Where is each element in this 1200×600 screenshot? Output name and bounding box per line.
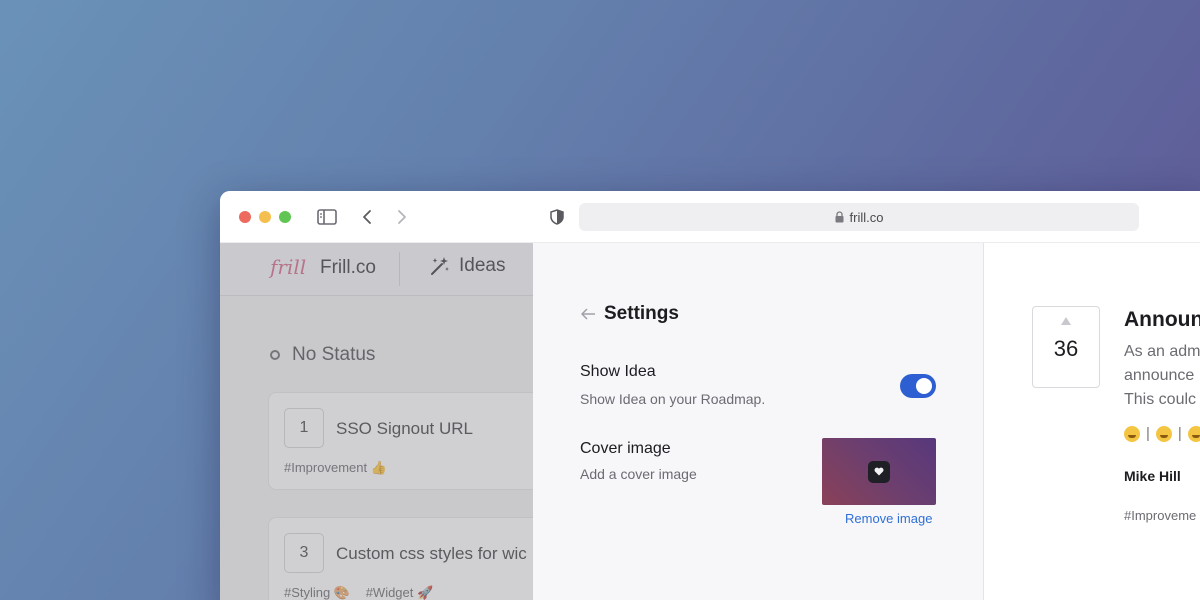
address-bar[interactable]: frill.co bbox=[579, 203, 1139, 231]
neutral-emoji-icon[interactable] bbox=[1155, 425, 1172, 442]
idea-tag[interactable]: #Widget 🚀 bbox=[366, 585, 434, 600]
post-detail: 36 Announ As an adm announce This coulc … bbox=[985, 243, 1200, 600]
reaction-separator: | bbox=[1146, 425, 1150, 442]
idea-tag[interactable]: #Improvement 👍 bbox=[284, 460, 387, 475]
roadmap-board: frill Frill.co Ideas No Status 1 SSO Sig… bbox=[220, 243, 533, 600]
idea-tags: #Styling 🎨 #Widget 🚀 bbox=[284, 585, 445, 600]
post-body-line: As an adm bbox=[1124, 343, 1200, 360]
vote-count[interactable]: 1 bbox=[284, 408, 324, 448]
minimize-window-button[interactable] bbox=[259, 211, 271, 223]
post-body-line: This coulc bbox=[1124, 391, 1197, 408]
status-label: No Status bbox=[292, 344, 376, 365]
maximize-window-button[interactable] bbox=[279, 211, 291, 223]
post-vote-count: 36 bbox=[1053, 336, 1079, 361]
cover-image-description: Add a cover image bbox=[580, 466, 697, 482]
show-idea-title: Show Idea bbox=[580, 363, 656, 380]
vote-count[interactable]: 3 bbox=[284, 533, 324, 573]
frill-logo[interactable]: frill bbox=[270, 255, 306, 279]
grin-emoji-icon[interactable] bbox=[1124, 425, 1140, 442]
idea-tags: #Improvement 👍 bbox=[284, 460, 399, 476]
reaction-bar: | | bbox=[1124, 425, 1200, 442]
heart-icon bbox=[868, 460, 890, 483]
idea-title: Custom css styles for wic bbox=[336, 544, 527, 563]
post-title: Announ bbox=[1124, 308, 1200, 331]
reaction-separator: | bbox=[1177, 425, 1182, 442]
idea-card[interactable]: 1 SSO Signout URL #Improvement 👍 bbox=[268, 392, 533, 490]
app-header: frill Frill.co Ideas bbox=[220, 243, 533, 296]
close-window-button[interactable] bbox=[239, 211, 251, 223]
brand-name[interactable]: Frill.co bbox=[320, 257, 376, 279]
back-arrow-icon[interactable] bbox=[580, 307, 596, 325]
cover-image-title: Cover image bbox=[580, 440, 671, 457]
lock-icon bbox=[835, 211, 844, 223]
post-body-line: announce bbox=[1124, 367, 1195, 384]
emoji-icon[interactable] bbox=[1187, 425, 1200, 442]
remove-image-link[interactable]: Remove image bbox=[845, 511, 932, 526]
url-text: frill.co bbox=[849, 209, 884, 225]
chevron-right-icon[interactable] bbox=[390, 206, 414, 228]
magic-wand-icon bbox=[431, 257, 449, 275]
show-idea-description: Show Idea on your Roadmap. bbox=[580, 391, 766, 407]
show-idea-toggle[interactable] bbox=[900, 374, 936, 398]
settings-panel: Settings Show Idea Show Idea on your Roa… bbox=[533, 243, 984, 600]
chevron-left-icon[interactable] bbox=[355, 206, 379, 228]
status-group-header: No Status bbox=[270, 344, 375, 366]
idea-tag[interactable]: #Styling 🎨 bbox=[284, 585, 350, 600]
toggle-knob bbox=[916, 378, 932, 394]
browser-toolbar: frill.co bbox=[220, 191, 1200, 243]
idea-title: SSO Signout URL bbox=[336, 419, 474, 438]
author-name[interactable]: Mike Hill bbox=[1124, 468, 1181, 484]
page-content: frill Frill.co Ideas No Status 1 SSO Sig… bbox=[220, 243, 1200, 600]
upvote-box[interactable]: 36 bbox=[1032, 306, 1100, 388]
shield-icon[interactable] bbox=[545, 206, 569, 228]
cover-image-preview[interactable] bbox=[822, 438, 936, 505]
sidebar-toggle-icon[interactable] bbox=[315, 206, 339, 228]
post-tags[interactable]: #Improveme bbox=[1124, 508, 1196, 523]
header-divider bbox=[399, 252, 400, 286]
status-circle-icon bbox=[270, 350, 280, 360]
upvote-arrow-icon bbox=[1061, 317, 1071, 325]
nav-ideas[interactable]: Ideas bbox=[429, 255, 505, 277]
nav-ideas-label: Ideas bbox=[459, 255, 506, 276]
settings-title: Settings bbox=[604, 303, 679, 324]
browser-window: frill.co frill Frill.co Ideas No Status … bbox=[220, 191, 1200, 600]
idea-card[interactable]: 3 Custom css styles for wic #Styling 🎨 #… bbox=[268, 517, 533, 600]
